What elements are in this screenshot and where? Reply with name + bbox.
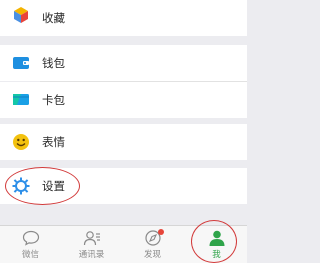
contacts-icon (83, 231, 100, 246)
menu-label-wallet: 钱包 (42, 56, 65, 70)
menu-item-stickers[interactable]: 表情 (0, 124, 247, 160)
notification-dot (158, 229, 164, 235)
menu-item-settings[interactable]: 设置 (0, 168, 247, 204)
menu-item-cards[interactable]: 卡包 (0, 82, 247, 118)
tab-discover[interactable]: 发现 (122, 226, 183, 263)
chat-bubble-icon (22, 230, 39, 246)
gear-icon (12, 177, 30, 195)
person-icon (209, 230, 224, 246)
tab-label-discover: 发现 (143, 250, 161, 260)
tab-me[interactable]: 我 (186, 226, 247, 263)
menu-label-cards: 卡包 (42, 93, 65, 107)
wallet-icon (12, 54, 30, 72)
card-icon (12, 90, 30, 108)
tab-label-contacts: 通讯录 (78, 250, 105, 260)
tab-label-me: 我 (212, 250, 221, 260)
tab-chats[interactable]: 微信 (0, 226, 61, 263)
cube-icon (12, 6, 30, 24)
menu-label-settings: 设置 (42, 179, 65, 193)
smiley-icon (12, 133, 30, 151)
tab-contacts[interactable]: 通讯录 (61, 226, 122, 263)
menu-item-favorites[interactable]: 收藏 (0, 0, 247, 36)
menu-label-stickers: 表情 (42, 135, 65, 149)
tab-label-chats: 微信 (21, 250, 39, 260)
menu-label-favorites: 收藏 (42, 11, 65, 25)
menu-item-wallet[interactable]: 钱包 (0, 45, 247, 81)
bottom-tab-bar: 微信 通讯录 发现 我 (0, 225, 247, 263)
